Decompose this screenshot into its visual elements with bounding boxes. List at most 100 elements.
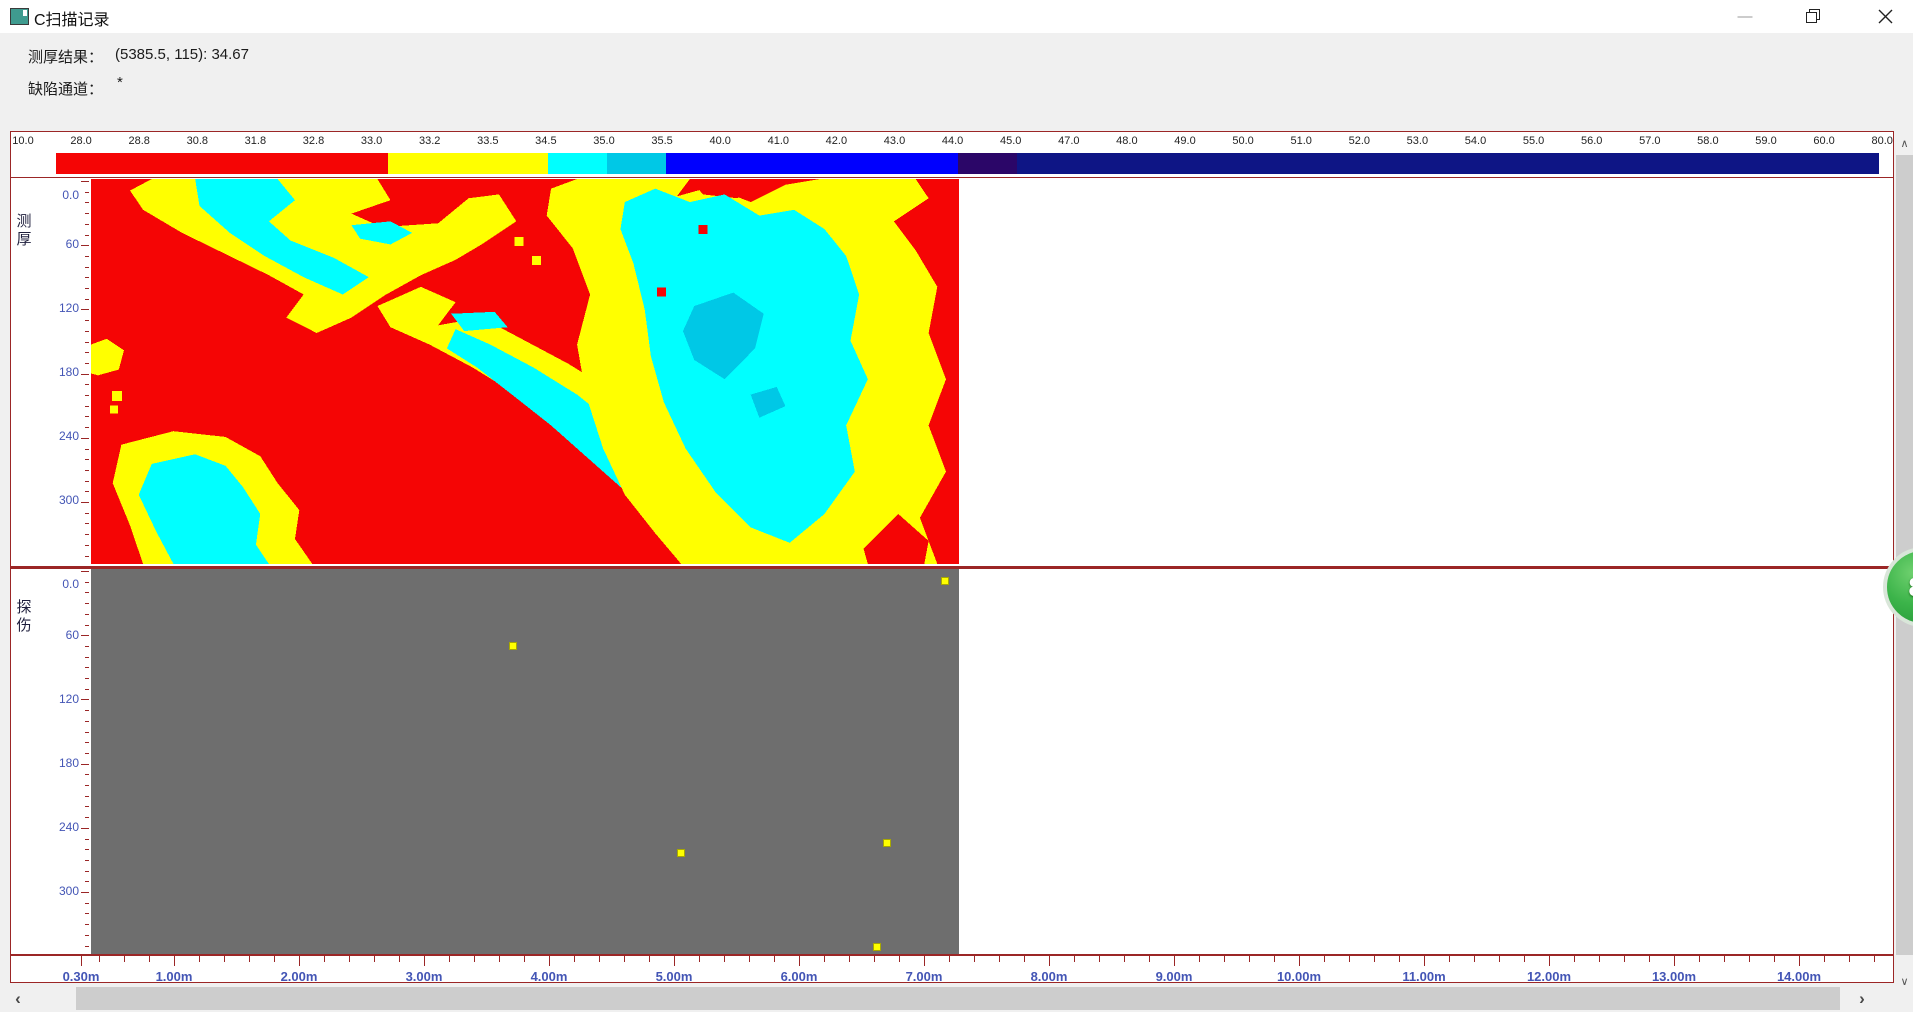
restore-button[interactable]	[1790, 0, 1836, 33]
scroll-right-icon[interactable]: ›	[1848, 986, 1876, 1011]
colorbar-scale-value: 55.0	[1511, 135, 1557, 147]
x-axis-minor-tick	[849, 956, 850, 962]
x-axis-minor-tick	[574, 956, 575, 962]
colorbar-scale-value: 42.0	[813, 135, 859, 147]
x-axis-minor-tick	[749, 956, 750, 962]
defect-point	[873, 943, 881, 951]
colorbar-segment	[56, 153, 388, 174]
y-axis-tick	[85, 614, 89, 615]
x-axis-minor-tick	[1449, 956, 1450, 962]
x-axis-minor-tick	[1399, 956, 1400, 962]
colorbar-underline	[11, 177, 1893, 178]
close-button[interactable]	[1862, 0, 1908, 33]
x-axis-minor-tick	[1349, 956, 1350, 962]
colorbar-scale-value: 28.8	[116, 135, 162, 147]
y-axis-tick	[85, 395, 89, 396]
y-axis-label: 60	[39, 237, 79, 251]
x-axis-label: 4.00m	[519, 969, 579, 984]
colorbar-segment	[666, 153, 958, 174]
x-axis-major-tick	[674, 956, 675, 966]
y-axis-tick	[85, 871, 89, 872]
colorbar-scale-value: 28.0	[58, 135, 104, 147]
x-axis-minor-tick	[1599, 956, 1600, 962]
y-axis-tick	[85, 384, 89, 385]
x-axis-major-tick	[1299, 956, 1300, 966]
title-bar: C扫描记录 —	[0, 0, 1913, 33]
x-axis-minor-tick	[1274, 956, 1275, 962]
y-axis-label: 180	[39, 756, 79, 770]
y-axis-tick	[85, 881, 89, 882]
y-axis-tick	[85, 732, 89, 733]
y-axis-tick	[85, 796, 89, 797]
y-axis-label: 60	[39, 628, 79, 642]
x-axis-minor-tick	[1524, 956, 1525, 962]
thickness-cscan-plot[interactable]	[91, 179, 959, 564]
horizontal-scrollbar[interactable]: ‹ ›	[0, 986, 1894, 1011]
y-axis-tick	[85, 288, 89, 289]
defect-channel-label: 缺陷通道：	[28, 78, 103, 99]
x-axis-major-tick	[1549, 956, 1550, 966]
x-axis-minor-tick	[149, 956, 150, 962]
heatmap-speckle	[112, 391, 122, 401]
x-axis-label: 2.00m	[269, 969, 329, 984]
y-axis-tick	[85, 657, 89, 658]
y-axis-label: 0.0	[39, 577, 79, 591]
app-window: C扫描记录 — 测厚结果： (5385.5, 115): 34.67 缺陷通道：…	[0, 0, 1913, 1012]
x-axis-minor-tick	[974, 956, 975, 962]
y-axis-tick	[85, 363, 89, 364]
scroll-left-icon[interactable]: ‹	[4, 986, 32, 1011]
x-axis-minor-tick	[1024, 956, 1025, 962]
horizontal-scrollbar-thumb[interactable]	[76, 987, 1840, 1010]
x-axis-label: 7.00m	[894, 969, 954, 984]
y-axis-tick	[85, 491, 89, 492]
x-axis-minor-tick	[324, 956, 325, 962]
minimize-button[interactable]: —	[1722, 0, 1768, 33]
y-axis-tick	[81, 374, 89, 375]
x-axis-label: 3.00m	[394, 969, 454, 984]
y-axis-tick	[85, 774, 89, 775]
heatmap-blob-yellow	[91, 339, 124, 376]
x-axis-minor-tick	[1374, 956, 1375, 962]
y-axis-tick	[85, 331, 89, 332]
thickness-result-value: (5385.5, 115): 34.67	[115, 46, 249, 63]
y-axis-label: 0.0	[39, 188, 79, 202]
x-axis-minor-tick	[399, 956, 400, 962]
y-axis-tick	[81, 635, 89, 636]
x-axis-minor-tick	[1574, 956, 1575, 962]
x-axis-minor-tick	[1849, 956, 1850, 962]
scroll-up-icon[interactable]: ∧	[1896, 135, 1913, 153]
heatmap-speckle	[532, 256, 541, 265]
x-axis-minor-tick	[699, 956, 700, 962]
y-axis-tick	[85, 342, 89, 343]
x-axis-minor-tick	[1499, 956, 1500, 962]
x-axis-minor-tick	[249, 956, 250, 962]
y-axis-tick	[85, 299, 89, 300]
y-axis-tick	[81, 181, 89, 182]
y-axis-tick	[85, 935, 89, 936]
x-axis-minor-tick	[274, 956, 275, 962]
y-axis-tick	[81, 245, 89, 246]
y-axis-tick	[81, 502, 89, 503]
x-axis-major-tick	[299, 956, 300, 966]
y-axis-tick	[81, 828, 89, 829]
y-axis-tick	[85, 946, 89, 947]
y-axis-tick	[85, 213, 89, 214]
x-axis-minor-tick	[1124, 956, 1125, 962]
x-axis-major-tick	[174, 956, 175, 966]
x-axis-minor-tick	[349, 956, 350, 962]
y-axis-tick	[85, 646, 89, 647]
x-axis-minor-tick	[649, 956, 650, 962]
y-axis-tick	[81, 699, 89, 700]
x-axis-minor-tick	[524, 956, 525, 962]
x-axis-label: 10.00m	[1269, 969, 1329, 984]
flaw-cscan-plot[interactable]	[91, 569, 959, 954]
colorbar-scale-value: 47.0	[1046, 135, 1092, 147]
x-axis-minor-tick	[899, 956, 900, 962]
x-axis-minor-tick	[1774, 956, 1775, 962]
x-axis-major-tick	[549, 956, 550, 966]
x-axis-minor-tick	[1724, 956, 1725, 962]
y-axis-tick	[81, 309, 89, 310]
defect-point	[509, 642, 517, 650]
x-axis-minor-tick	[824, 956, 825, 962]
scroll-down-icon[interactable]: ∨	[1896, 973, 1913, 991]
